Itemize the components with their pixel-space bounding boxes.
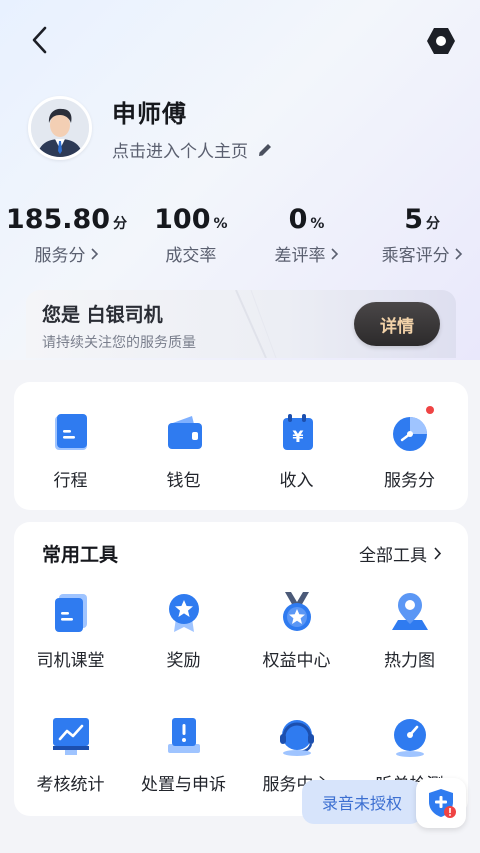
chevron-right-icon (330, 247, 338, 260)
stat-unit: % (213, 216, 228, 232)
chevron-right-icon (434, 547, 442, 560)
stat-label: 服务分 (34, 246, 86, 266)
tool-label: 奖励 (166, 651, 201, 671)
all-tools-link[interactable]: 全部工具 (359, 541, 442, 566)
tools-section-title: 常用工具 (42, 544, 119, 566)
tier-title: 您是 白银司机 (42, 304, 163, 326)
action-trip[interactable]: 行程 (14, 410, 127, 491)
back-button[interactable] (24, 24, 56, 56)
tool-appeal[interactable]: 处置与申诉 (127, 714, 240, 795)
action-label: 收入 (279, 471, 314, 491)
tool-label: 司机课堂 (36, 651, 105, 671)
tier-banner: 您是 白银司机 请持续关注您的服务质量 详情 (26, 290, 456, 358)
shield-alert-icon (429, 789, 456, 818)
stat-service-score[interactable]: 185.80 分 服务分 (0, 204, 133, 266)
stat-value: 0 (288, 204, 308, 235)
tier-details-button[interactable]: 详情 (354, 302, 440, 346)
chevron-right-icon (90, 247, 98, 260)
classroom-book-icon (54, 594, 87, 632)
pencil-icon (259, 143, 271, 156)
stat-value: 185.80 (5, 204, 111, 235)
profile-home-link[interactable]: 点击进入个人主页 (112, 137, 274, 162)
svg-text:¥: ¥ (292, 427, 303, 446)
profile-link-label: 点击进入个人主页 (112, 142, 248, 162)
tool-label: 权益中心 (262, 651, 331, 671)
stat-value: 5 (404, 204, 424, 235)
stat-unit: 分 (426, 216, 441, 232)
stat-negative-rate[interactable]: 0 % 差评率 (249, 204, 365, 266)
tool-label: 热力图 (384, 651, 435, 671)
heatmap-pin-icon (391, 593, 428, 630)
service-headset-icon (279, 720, 314, 756)
action-label: 钱包 (166, 471, 201, 491)
chevron-right-icon (455, 247, 462, 260)
appeal-exclamation-icon (167, 718, 200, 753)
recording-unauthorized-button[interactable]: 录音未授权 (302, 780, 422, 824)
stat-label: 差评率 (274, 246, 326, 266)
stats-row: 185.80 分 服务分 100 % 成交率 0 % 差评率 5 分 乘客评分 (0, 204, 480, 266)
profile-section[interactable]: 申师傅 点击进入个人主页 (28, 94, 274, 162)
tool-assessment[interactable]: 考核统计 (14, 714, 127, 795)
tool-label: 考核统计 (36, 775, 105, 795)
service-score-gauge-icon (392, 417, 427, 451)
action-label: 行程 (53, 471, 88, 491)
stat-label: 成交率 (165, 246, 217, 266)
back-arrow-icon (32, 26, 47, 54)
order-check-gauge-icon (393, 719, 426, 757)
stat-unit: % (310, 216, 325, 232)
stat-label: 乘客评分 (381, 246, 450, 266)
action-income[interactable]: ¥ 收入 (240, 410, 353, 491)
tool-benefits[interactable]: 权益中心 (240, 590, 353, 671)
income-yen-icon: ¥ (282, 414, 313, 450)
tier-subtitle: 请持续关注您的服务质量 (42, 335, 196, 351)
action-label: 服务分 (384, 471, 435, 491)
tool-label: 处置与申诉 (141, 775, 226, 795)
reward-medal-icon (168, 594, 199, 632)
settings-button[interactable] (424, 24, 458, 58)
action-service-score[interactable]: 服务分 (353, 406, 466, 491)
main-actions-card: 行程 钱包 ¥ 收入 服务分 (14, 382, 468, 510)
tools-card: 常用工具 全部工具 司机课堂 奖励 权益中心 热力图 考核统计 处置与申诉 服务… (14, 522, 468, 816)
trip-book-icon (54, 414, 87, 450)
tool-classroom[interactable]: 司机课堂 (14, 590, 127, 671)
driver-name: 申师傅 (112, 100, 187, 128)
stat-passenger-rating[interactable]: 5 分 乘客评分 (364, 204, 480, 266)
wallet-icon (167, 416, 202, 449)
notification-dot (425, 406, 434, 414)
stat-value: 100 (154, 204, 211, 235)
assessment-chart-icon (52, 718, 89, 755)
stat-deal-rate: 100 % 成交率 (133, 204, 249, 266)
banner-decoration (235, 290, 277, 358)
shield-alert-button[interactable] (416, 778, 466, 828)
avatar[interactable] (28, 96, 92, 160)
settings-hexagon-icon (427, 28, 455, 54)
stat-unit: 分 (113, 216, 128, 232)
tool-reward[interactable]: 奖励 (127, 590, 240, 671)
tool-heatmap[interactable]: 热力图 (353, 590, 466, 671)
all-tools-label: 全部工具 (359, 546, 427, 566)
action-wallet[interactable]: 钱包 (127, 410, 240, 491)
benefits-medal-icon (282, 592, 311, 631)
